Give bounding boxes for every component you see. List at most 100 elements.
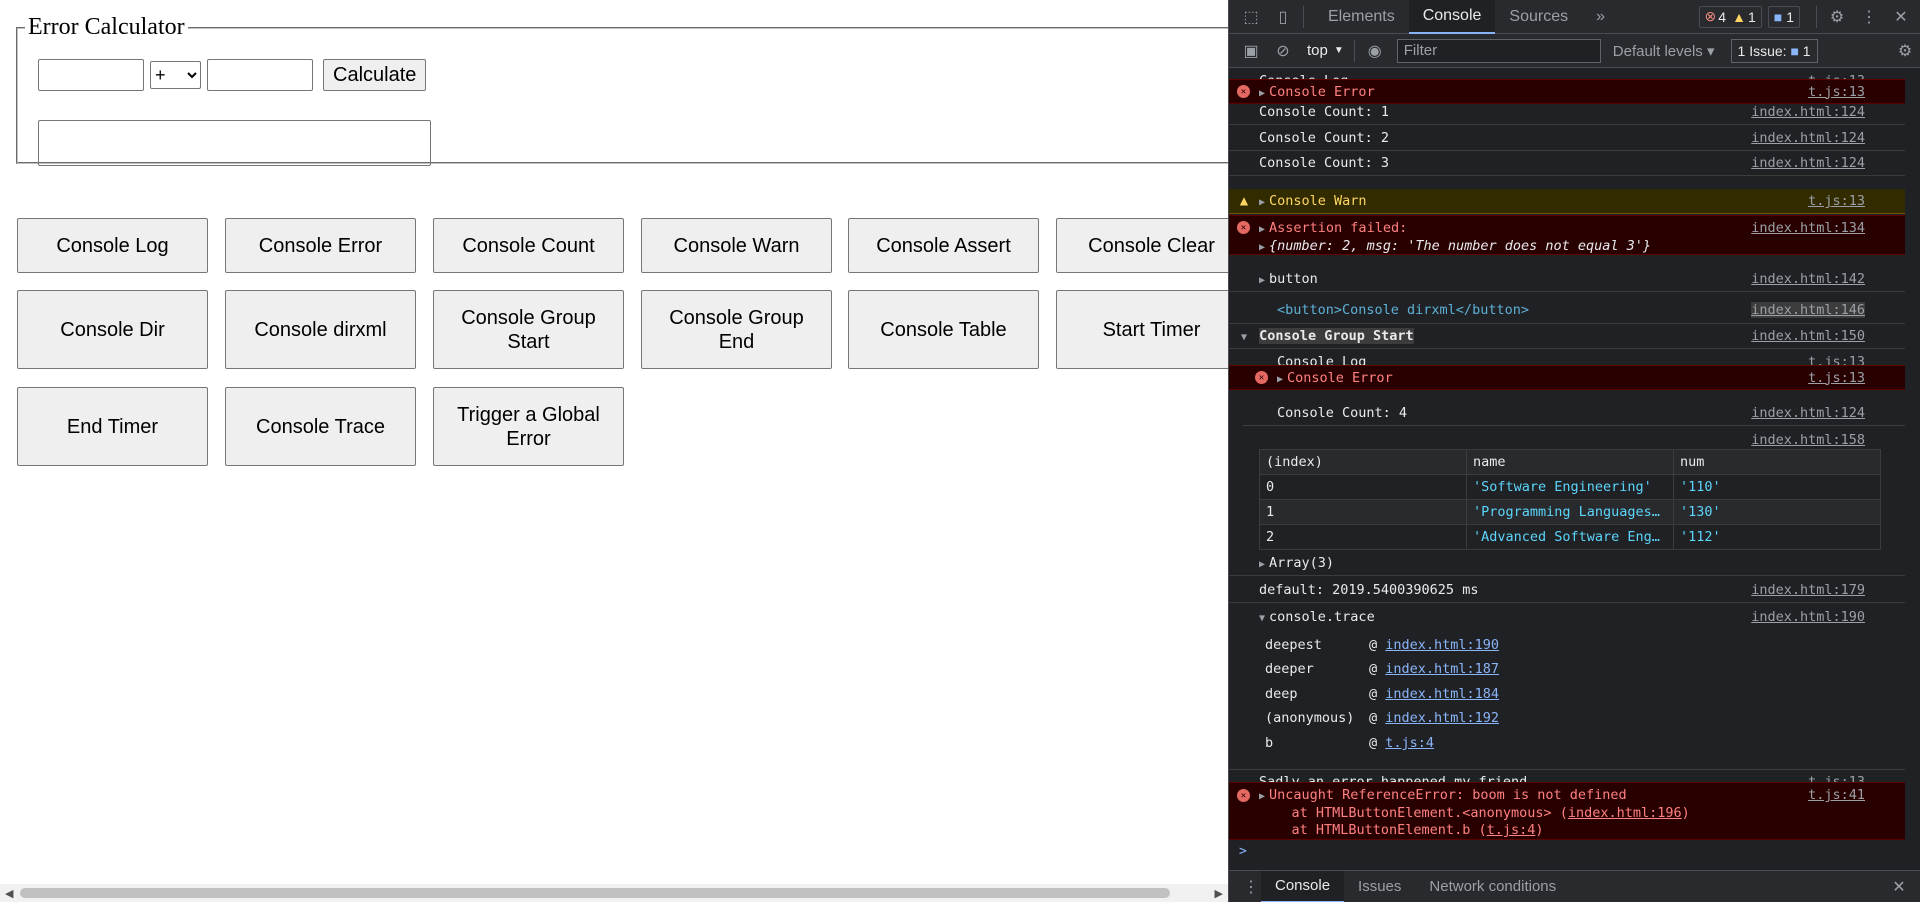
sidebar-toggle-icon[interactable]: ▣ (1241, 41, 1261, 61)
source-link[interactable]: index.html:158 (1751, 432, 1865, 448)
console-dir-message: ▶ button index.html:142 (1229, 267, 1905, 292)
frame-link[interactable]: index.html:187 (1385, 661, 1499, 677)
console-error-button[interactable]: Console Error (225, 218, 416, 273)
console-array-message: ▶ Array(3) (1229, 551, 1905, 576)
calculate-button[interactable]: Calculate (323, 59, 427, 91)
expand-triangle-icon[interactable]: ▶ (1277, 374, 1283, 385)
scroll-left-icon[interactable]: ◀ (5, 887, 13, 900)
error-warning-badge[interactable]: ⊗ 4 ▲ 1 (1698, 5, 1762, 28)
web-page: Error Calculator + Calculate Console Log… (0, 0, 1228, 902)
console-assert-button[interactable]: Console Assert (848, 218, 1039, 273)
messages-badge[interactable]: ■ 1 (1767, 5, 1800, 28)
source-link[interactable]: index.html:146 (1751, 302, 1865, 318)
message-text: Array(3) (1269, 555, 1335, 571)
console-error-message: ✕ ▶ Console Error t.js:13 (1229, 365, 1905, 390)
error-icon: ⊗ (1704, 8, 1717, 24)
console-trace-button[interactable]: Console Trace (225, 387, 416, 466)
console-log-button[interactable]: Console Log (17, 218, 208, 273)
dirxml-element[interactable]: <button>Console dirxml</button> (1277, 302, 1529, 318)
drawer-tab-issues[interactable]: Issues (1344, 871, 1415, 902)
console-dir-button[interactable]: Console Dir (17, 290, 208, 369)
console-count-button[interactable]: Console Count (433, 218, 624, 273)
close-drawer-icon[interactable]: ✕ (1889, 877, 1909, 897)
tab-sources[interactable]: Sources (1495, 0, 1582, 34)
table-header[interactable]: (index) (1259, 449, 1467, 475)
table-header[interactable]: num (1673, 449, 1881, 475)
log-levels-label: Default levels (1612, 42, 1703, 60)
clear-console-icon[interactable]: ⊘ (1273, 41, 1293, 61)
horizontal-scrollbar[interactable]: ◀ ▶ (0, 884, 1228, 902)
tab-console[interactable]: Console (1408, 0, 1496, 34)
frame-link[interactable]: index.html:192 (1385, 710, 1499, 726)
frame-link[interactable]: index.html:190 (1385, 637, 1499, 653)
expand-triangle-icon[interactable]: ▶ (1259, 242, 1265, 253)
more-tabs-icon[interactable]: » (1582, 0, 1619, 34)
table-header[interactable]: name (1466, 449, 1674, 475)
console-dirxml-message: <button>Console dirxml</button> index.ht… (1229, 297, 1905, 324)
settings-gear-icon[interactable]: ⚙ (1827, 7, 1847, 27)
message-text: Assertion failed: (1269, 220, 1408, 236)
close-devtools-icon[interactable]: ✕ (1891, 7, 1911, 27)
message-icon: ■ (1773, 8, 1783, 25)
source-link[interactable]: index.html:190 (1751, 609, 1865, 625)
issues-button[interactable]: 1 Issue: ■ 1 (1730, 38, 1818, 63)
console-warn-button[interactable]: Console Warn (641, 218, 832, 273)
frame-link[interactable]: index.html:196 (1568, 805, 1682, 821)
frame-link[interactable]: t.js:4 (1487, 822, 1536, 838)
console-group-end-button[interactable]: Console Group End (641, 290, 832, 369)
expand-triangle-icon[interactable]: ▶ (1259, 224, 1265, 235)
scrollbar-thumb[interactable] (20, 888, 1170, 898)
console-clear-button[interactable]: Console Clear (1056, 218, 1228, 273)
source-link[interactable]: t.js:13 (1808, 370, 1865, 386)
console-dirxml-button[interactable]: Console dirxml (225, 290, 416, 369)
trigger-global-error-button[interactable]: Trigger a Global Error (433, 387, 624, 466)
frame-link[interactable]: t.js:4 (1385, 735, 1434, 751)
start-timer-button[interactable]: Start Timer (1056, 290, 1228, 369)
context-selector[interactable]: top ▼ (1307, 42, 1344, 59)
drawer-menu-icon[interactable]: ⋮ (1241, 877, 1261, 897)
device-toolbar-icon[interactable]: ▯ (1273, 7, 1293, 27)
end-timer-button[interactable]: End Timer (17, 387, 208, 466)
drawer-tab-network-conditions[interactable]: Network conditions (1415, 871, 1570, 902)
expand-triangle-icon[interactable]: ▶ (1259, 559, 1265, 570)
expand-triangle-icon[interactable]: ▶ (1259, 791, 1265, 802)
console-group-start-button[interactable]: Console Group Start (433, 290, 624, 369)
expand-triangle-icon[interactable]: ▶ (1259, 197, 1265, 208)
source-link[interactable]: t.js:13 (1808, 193, 1865, 209)
frame-link[interactable]: index.html:184 (1385, 686, 1499, 702)
source-link[interactable]: index.html:150 (1751, 328, 1865, 344)
more-options-icon[interactable]: ⋮ (1859, 7, 1879, 27)
collapse-triangle-icon[interactable]: ▼ (1259, 613, 1265, 624)
console-prompt[interactable]: > (1239, 844, 1247, 859)
operator-select[interactable]: + (150, 61, 201, 89)
log-levels-dropdown[interactable]: Default levels ▾ (1613, 42, 1715, 60)
source-link[interactable]: index.html:179 (1751, 582, 1865, 598)
table-cell: 'Software Engineering' (1466, 474, 1674, 500)
inspect-element-icon[interactable]: ⬚ (1241, 7, 1261, 27)
source-link[interactable]: t.js:13 (1808, 84, 1865, 100)
second-operand-input[interactable] (207, 59, 313, 91)
live-expression-eye-icon[interactable]: ◉ (1365, 41, 1385, 61)
console-table-button[interactable]: Console Table (848, 290, 1039, 369)
source-link[interactable]: index.html:124 (1751, 405, 1865, 421)
expand-triangle-icon[interactable]: ▶ (1259, 275, 1265, 286)
console-group-header[interactable]: ▼ Console Group Start index.html:150 (1229, 324, 1905, 349)
toolbar-divider (1353, 39, 1355, 62)
source-link[interactable]: index.html:124 (1751, 130, 1865, 146)
source-link[interactable]: index.html:124 (1751, 104, 1865, 120)
scroll-right-icon[interactable]: ▶ (1215, 887, 1223, 900)
error-icon: ✕ (1237, 221, 1250, 234)
frame-function: deep (1265, 686, 1298, 702)
console-settings-gear-icon[interactable]: ⚙ (1895, 41, 1915, 61)
drawer-tab-console[interactable]: Console (1261, 870, 1345, 902)
console-trace-header: ▼ console.trace index.html:190 (1229, 604, 1905, 629)
first-operand-input[interactable] (38, 59, 144, 91)
source-link[interactable]: t.js:41 (1808, 787, 1865, 803)
collapse-triangle-icon[interactable]: ▼ (1241, 332, 1247, 343)
expand-triangle-icon[interactable]: ▶ (1259, 88, 1265, 99)
filter-input[interactable]: Filter (1396, 38, 1601, 63)
tab-elements[interactable]: Elements (1314, 0, 1409, 34)
source-link[interactable]: index.html:124 (1751, 155, 1865, 171)
source-link[interactable]: index.html:134 (1751, 220, 1865, 236)
source-link[interactable]: index.html:142 (1751, 271, 1865, 287)
